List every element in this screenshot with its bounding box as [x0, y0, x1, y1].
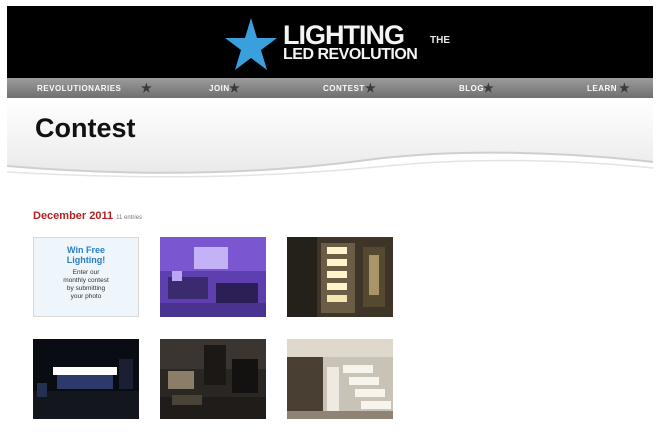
- promo-body-line: your photo: [70, 293, 102, 300]
- contest-promo-tile[interactable]: Win Free Lighting! Enter our monthly con…: [33, 237, 139, 317]
- star-icon: ★: [229, 81, 241, 95]
- entry-count: 11 entries: [116, 215, 143, 221]
- page-banner: Contest: [7, 98, 653, 184]
- star-icon: ★: [141, 81, 153, 95]
- contest-entry-thumbnail[interactable]: [33, 339, 139, 419]
- logo-the-text: THE: [430, 35, 450, 46]
- star-icon: ★: [483, 81, 495, 95]
- contest-entry-thumbnail[interactable]: [287, 339, 393, 419]
- promo-body-line: monthly contest: [63, 277, 109, 284]
- site-logo[interactable]: LIGHTING THE LED REVOLUTION: [219, 16, 459, 74]
- main-nav: REVOLUTIONARIES ★ JOIN ★ CONTEST ★ BLOG …: [7, 78, 653, 98]
- promo-headline-line: Win Free: [67, 245, 105, 255]
- contest-entry-thumbnail[interactable]: [287, 237, 393, 317]
- dark-living-room-photo: [160, 339, 266, 419]
- nav-item-label: JOIN: [209, 84, 230, 93]
- logo-led-revolution-text: LED REVOLUTION: [283, 46, 418, 63]
- night-storefront-photo: [33, 339, 139, 419]
- stair-lighting-photo: [287, 339, 393, 419]
- swoosh-decoration: [7, 151, 653, 184]
- promo-body-line: by submitting: [66, 285, 106, 292]
- star-icon: [225, 18, 277, 70]
- nav-item-blog[interactable]: BLOG ★: [459, 82, 494, 95]
- nav-item-label: REVOLUTIONARIES: [37, 84, 122, 93]
- contest-entry-thumbnail[interactable]: [160, 237, 266, 317]
- contest-page: LIGHTING THE LED REVOLUTION REVOLUTIONAR…: [7, 6, 653, 442]
- star-icon: ★: [365, 81, 377, 95]
- nav-item-learn[interactable]: LEARN ★: [587, 82, 630, 95]
- purple-lit-room-photo: [160, 237, 266, 317]
- star-icon: ★: [619, 81, 631, 95]
- wall-sconces-photo: [287, 237, 393, 317]
- nav-item-revolutionaries[interactable]: REVOLUTIONARIES ★: [37, 82, 152, 95]
- contest-entry-thumbnail[interactable]: [160, 339, 266, 419]
- month-label[interactable]: December 2011: [33, 210, 113, 222]
- promo-headline-line: Lighting!: [66, 255, 106, 265]
- nav-item-label: LEARN: [587, 84, 618, 93]
- promo-body-line: Enter our: [72, 269, 100, 276]
- nav-item-join[interactable]: JOIN ★: [209, 82, 240, 95]
- promo-body: Enter our monthly contest by submitting …: [34, 269, 138, 301]
- nav-item-contest[interactable]: CONTEST ★: [323, 82, 376, 95]
- section-heading: December 2011 11 entries: [33, 209, 142, 225]
- site-header: LIGHTING THE LED REVOLUTION: [7, 6, 653, 78]
- nav-item-label: BLOG: [459, 84, 485, 93]
- nav-item-label: CONTEST: [323, 84, 365, 93]
- promo-headline: Win Free Lighting!: [34, 245, 138, 265]
